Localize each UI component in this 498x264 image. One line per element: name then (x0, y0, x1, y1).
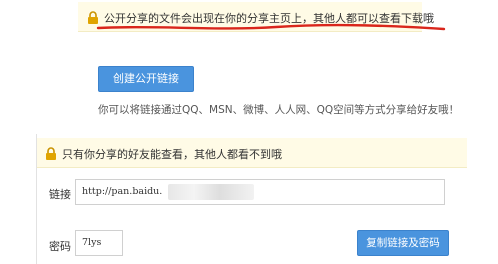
share-link-field[interactable]: http://pan.baidu. (75, 179, 445, 205)
private-share-notice-text: 只有你分享的好友能查看，其他人都看不到哦 (62, 148, 282, 161)
private-share-panel: 只有你分享的好友能查看，其他人都看不到哦 链接 http://pan.baidu… (36, 134, 498, 264)
public-share-panel: 公开分享的文件会出现在你的分享主页上，其他人都可以查看下载哦 创建公开链接 你可… (78, 0, 498, 128)
link-label: 链接 (49, 188, 71, 201)
private-share-notice: 只有你分享的好友能查看，其他人都看不到哦 (37, 138, 467, 168)
password-field[interactable]: 7lys (75, 230, 123, 256)
copy-link-and-password-button[interactable]: 复制链接及密码 (357, 230, 449, 256)
share-link-value: http://pan.baidu. (82, 186, 163, 197)
red-underline-annotation (96, 23, 446, 31)
share-hint-text: 你可以将链接通过QQ、MSN、微博、人人网、QQ空间等方式分享给好友哦！ (98, 104, 460, 116)
blurred-link-redaction (168, 184, 254, 200)
password-value: 7lys (82, 237, 102, 248)
create-public-link-button[interactable]: 创建公开链接 (98, 66, 194, 92)
password-label: 密码 (49, 240, 71, 253)
lock-icon (46, 147, 56, 160)
